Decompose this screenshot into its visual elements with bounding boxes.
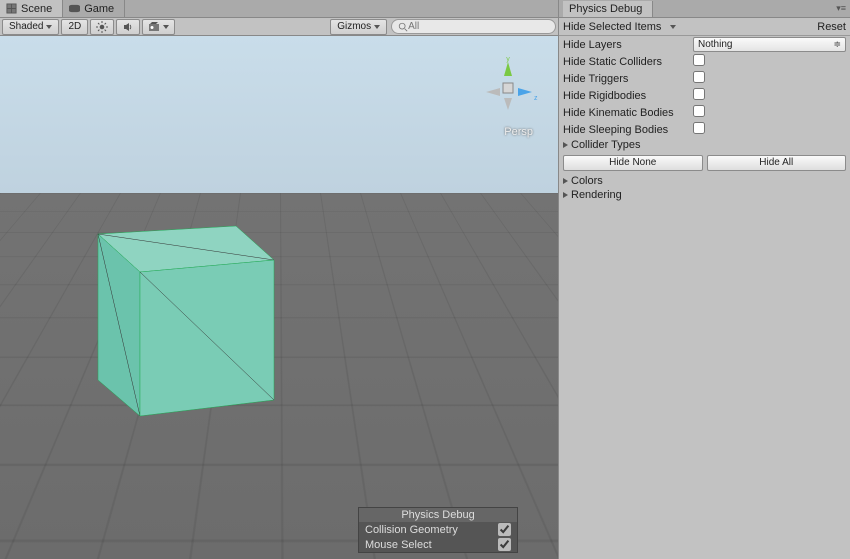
hide-all-button[interactable]: Hide All	[707, 155, 847, 171]
toggle-2d-button[interactable]: 2D	[61, 19, 88, 35]
foldout-collider-types[interactable]: Collider Types	[559, 138, 850, 152]
colors-label: Colors	[571, 175, 603, 187]
hide-layers-dropdown[interactable]: Nothing	[693, 37, 846, 52]
orientation-gizmo[interactable]: y z	[478, 56, 538, 116]
hide-triggers-label: Hide Triggers	[563, 73, 693, 85]
audio-toggle-icon[interactable]	[116, 19, 140, 35]
hide-rigid-checkbox[interactable]	[693, 88, 705, 100]
scene-viewport[interactable]: y z Persp Physics Debug Collision Geomet…	[0, 36, 558, 559]
scene-area: Scene Game Shaded 2D Gizmos	[0, 0, 559, 559]
physics-debug-panel: Physics Debug ▾≡ Hide Selected Items Res…	[559, 0, 850, 559]
overlay-mouse-label: Mouse Select	[365, 539, 432, 551]
tab-scene[interactable]: Scene	[0, 0, 63, 17]
filter-mode-dropdown[interactable]: Hide Selected Items	[563, 21, 676, 33]
hide-sleeping-checkbox[interactable]	[693, 122, 705, 134]
hide-none-button[interactable]: Hide None	[563, 155, 703, 171]
hide-kinematic-label: Hide Kinematic Bodies	[563, 107, 693, 119]
hide-rigid-label: Hide Rigidbodies	[563, 90, 693, 102]
overlay-collision-checkbox[interactable]	[498, 523, 511, 536]
scene-search[interactable]	[391, 19, 556, 34]
hide-sleeping-label: Hide Sleeping Bodies	[563, 124, 693, 136]
scene-icon	[6, 3, 17, 14]
perspective-label: Persp	[504, 126, 533, 138]
svg-text:y: y	[506, 56, 510, 63]
hide-static-label: Hide Static Colliders	[563, 56, 693, 68]
hide-triggers-checkbox[interactable]	[693, 71, 705, 83]
shading-mode-dropdown[interactable]: Shaded	[2, 19, 59, 35]
overlay-title: Physics Debug	[359, 508, 517, 522]
fx-toggle-dropdown[interactable]	[142, 19, 175, 35]
reset-button[interactable]: Reset	[817, 21, 846, 33]
scene-toolbar: Shaded 2D Gizmos	[0, 18, 558, 36]
debug-cube	[68, 214, 288, 434]
game-icon	[69, 3, 80, 14]
tab-physics-debug[interactable]: Physics Debug	[563, 1, 653, 17]
hide-static-checkbox[interactable]	[693, 54, 705, 66]
panel-menu-icon[interactable]: ▾≡	[836, 3, 846, 14]
rendering-label: Rendering	[571, 189, 622, 201]
view-tabs: Scene Game	[0, 0, 558, 18]
svg-text:z: z	[534, 95, 538, 102]
tab-game-label: Game	[84, 3, 114, 15]
gizmos-dropdown[interactable]: Gizmos	[330, 19, 387, 35]
search-icon	[398, 22, 408, 32]
hide-kinematic-checkbox[interactable]	[693, 105, 705, 117]
physics-debug-overlay: Physics Debug Collision Geometry Mouse S…	[358, 507, 518, 553]
overlay-mouse-checkbox[interactable]	[498, 538, 511, 551]
foldout-rendering[interactable]: Rendering	[559, 188, 850, 202]
tab-game[interactable]: Game	[63, 0, 125, 17]
panel-tab-label: Physics Debug	[569, 3, 642, 15]
collider-types-label: Collider Types	[571, 139, 641, 151]
scene-search-input[interactable]	[408, 21, 549, 32]
hide-layers-label: Hide Layers	[563, 39, 693, 51]
light-toggle-icon[interactable]	[90, 19, 114, 35]
overlay-collision-label: Collision Geometry	[365, 524, 458, 536]
tab-scene-label: Scene	[21, 3, 52, 15]
foldout-colors[interactable]: Colors	[559, 174, 850, 188]
